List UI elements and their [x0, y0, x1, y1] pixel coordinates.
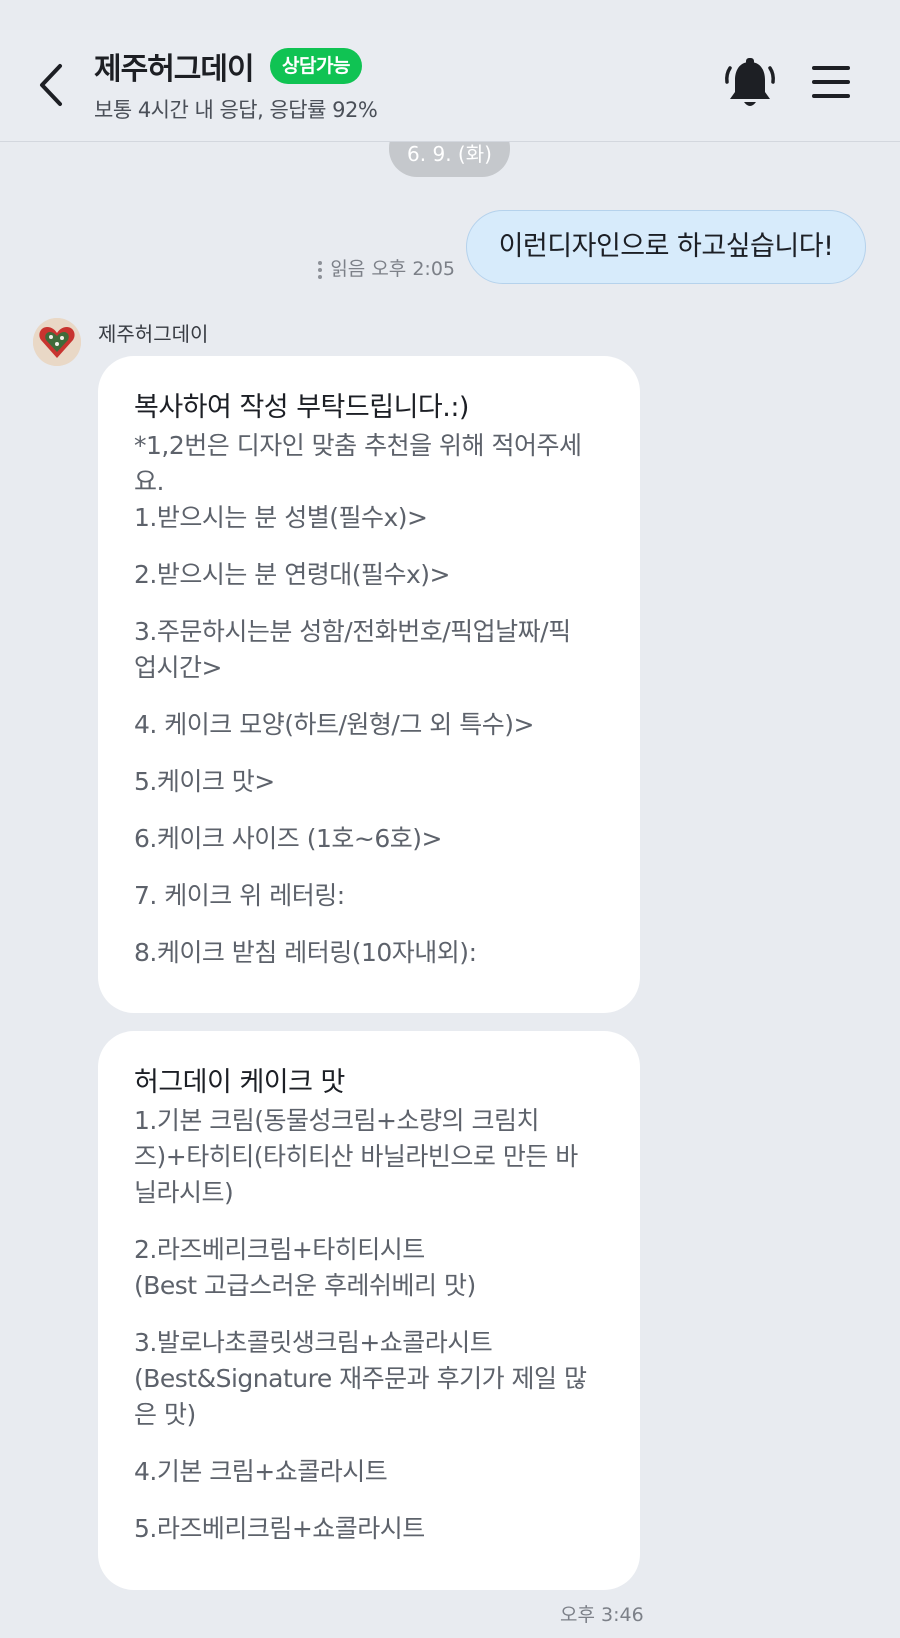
list-item: 4.기본 크림+쇼콜라시트 — [134, 1457, 388, 1486]
back-button[interactable] — [30, 56, 74, 114]
list-item: 4. 케이크 모양(하트/원형/그 외 특수)> — [134, 710, 534, 739]
list-item: 2.라즈베리크림+타히티시트 (Best 고급스러운 후레쉬베리 맛) — [134, 1235, 476, 1300]
list-item: 2.받으시는 분 연령대(필수x)> — [134, 560, 451, 589]
incoming-message-order-form[interactable]: 복사하여 작성 부탁드립니다.:) *1,2번은 디자인 맞춤 추천을 위해 적… — [98, 356, 640, 1013]
list-item: 7. 케이크 위 레터링: — [134, 881, 345, 910]
list-item: 1.기본 크림(동물성크림+소량의 크림치 즈)+타히티(타히티산 바닐라빈으로… — [134, 1106, 578, 1207]
outgoing-meta: 읽음 오후 2:05 — [318, 254, 455, 282]
list-item: 8.케이크 받침 레터링(10자내외): — [134, 938, 477, 967]
chat-header: 제주허그데이 상담가능 보통 4시간 내 응답, 응답률 92% — [0, 30, 900, 142]
avatar[interactable] — [33, 318, 81, 366]
chevron-left-icon — [40, 64, 62, 106]
list-item: 3.주문하시는분 성함/전화번호/픽업날짜/픽 업시간> — [134, 617, 571, 682]
incoming-message-flavors[interactable]: 허그데이 케이크 맛 1.기본 크림(동물성크림+소량의 크림치 즈)+타히티(… — [98, 1031, 640, 1590]
list-item: 5.케이크 맛> — [134, 767, 275, 796]
message-title: 허그데이 케이크 맛 — [134, 1067, 345, 1098]
response-info: 보통 4시간 내 응답, 응답률 92% — [94, 98, 378, 122]
list-item: 5.라즈베리크림+쇼콜라시트 — [134, 1514, 425, 1543]
status-badge: 상담가능 — [270, 48, 362, 84]
cake-avatar-icon — [33, 318, 81, 366]
message-title: 복사하여 작성 부탁드립니다.:) — [134, 392, 469, 423]
list-item: 1.받으시는 분 성별(필수x)> — [134, 503, 428, 532]
list-item: 6.케이크 사이즈 (1호~6호)> — [134, 824, 442, 853]
message-time: 오후 3:46 — [560, 1604, 644, 1626]
menu-button[interactable] — [810, 60, 852, 104]
chat-title: 제주허그데이 — [94, 52, 255, 87]
outgoing-message[interactable]: 이런디자인으로 하고싶습니다! — [466, 210, 866, 284]
read-status: 읽음 — [330, 258, 366, 280]
list-item: 3.발로나초콜릿생크림+쇼콜라시트 (Best&Signature 재주문과 후… — [134, 1328, 587, 1429]
message-time: 오후 2:05 — [371, 258, 455, 280]
notification-button[interactable] — [724, 56, 776, 112]
sender-name: 제주허그데이 — [98, 322, 209, 346]
message-note: *1,2번은 디자인 맞춤 추천을 위해 적어주세 요. — [134, 431, 582, 496]
hamburger-menu-icon — [812, 66, 850, 98]
more-options-icon[interactable] — [318, 258, 323, 282]
bell-icon — [725, 58, 775, 106]
